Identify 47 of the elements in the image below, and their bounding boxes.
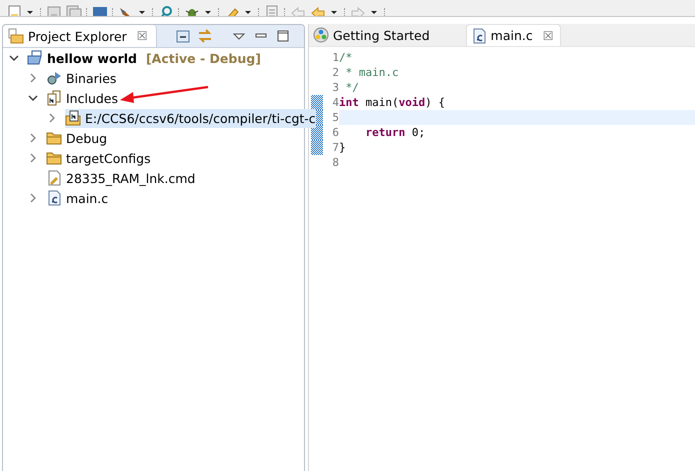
folder-icon: [46, 150, 62, 166]
line-number: 8: [331, 156, 339, 169]
file-icon: [46, 170, 62, 186]
editor-tab[interactable]: main.c ☒: [466, 24, 560, 46]
collapse-chevron-icon[interactable]: [28, 93, 38, 103]
tree-item[interactable]: Includes: [46, 88, 120, 108]
expand-chevron-icon[interactable]: [28, 73, 38, 83]
tree-item[interactable]: Binaries: [46, 68, 118, 88]
tree-item[interactable]: E:/CCS6/ccsv6/tools/compiler/ti-cgt-c: [65, 108, 316, 128]
view-tab[interactable]: Project Explorer ☒: [3, 25, 157, 47]
c-file-icon: [46, 190, 62, 206]
header-library-icon: [46, 90, 62, 106]
tree-item[interactable]: 28335_RAM_lnk.cmd: [46, 168, 198, 188]
tree-item[interactable]: main.c: [46, 188, 110, 208]
editor-tab[interactable]: Getting Started: [309, 24, 462, 46]
line-number: 3: [331, 81, 339, 94]
expand-chevron-icon[interactable]: [28, 193, 38, 203]
maximize-icon[interactable]: [274, 28, 291, 44]
line-number: 5: [331, 111, 339, 124]
project-folder-icon: [27, 50, 43, 66]
line-number: 6: [331, 126, 339, 139]
explorer-icon: [8, 28, 24, 44]
header-folder-icon: [65, 110, 81, 126]
line-number: 4: [331, 96, 339, 109]
code-line: int main(void) {: [339, 95, 446, 110]
folder-icon: [46, 130, 62, 146]
tree-item[interactable]: hellow world: [27, 48, 139, 68]
c-file-icon: [470, 28, 487, 44]
code-line: return 0;: [364, 125, 426, 140]
expand-chevron-icon[interactable]: [28, 133, 38, 143]
tree-item[interactable]: Debug: [46, 128, 110, 148]
code-line: }: [339, 140, 347, 155]
colored-dots-icon: [313, 27, 329, 43]
code-line: * main.c: [344, 65, 400, 80]
project-status: [Active - Debug]: [146, 50, 261, 66]
expand-chevron-icon[interactable]: [47, 113, 57, 123]
code-line: /*: [339, 50, 354, 65]
collapse-all-icon[interactable]: [174, 28, 191, 44]
line-number: 1: [331, 51, 339, 64]
close-icon[interactable]: ☒: [542, 28, 554, 42]
close-icon[interactable]: ☒: [136, 29, 148, 43]
expand-chevron-icon[interactable]: [28, 153, 38, 163]
collapse-chevron-icon[interactable]: [9, 53, 19, 63]
tree-item[interactable]: targetConfigs: [46, 148, 153, 168]
line-number: 2: [331, 66, 339, 79]
code-line: */: [344, 80, 360, 95]
line-number: 7: [331, 141, 339, 154]
